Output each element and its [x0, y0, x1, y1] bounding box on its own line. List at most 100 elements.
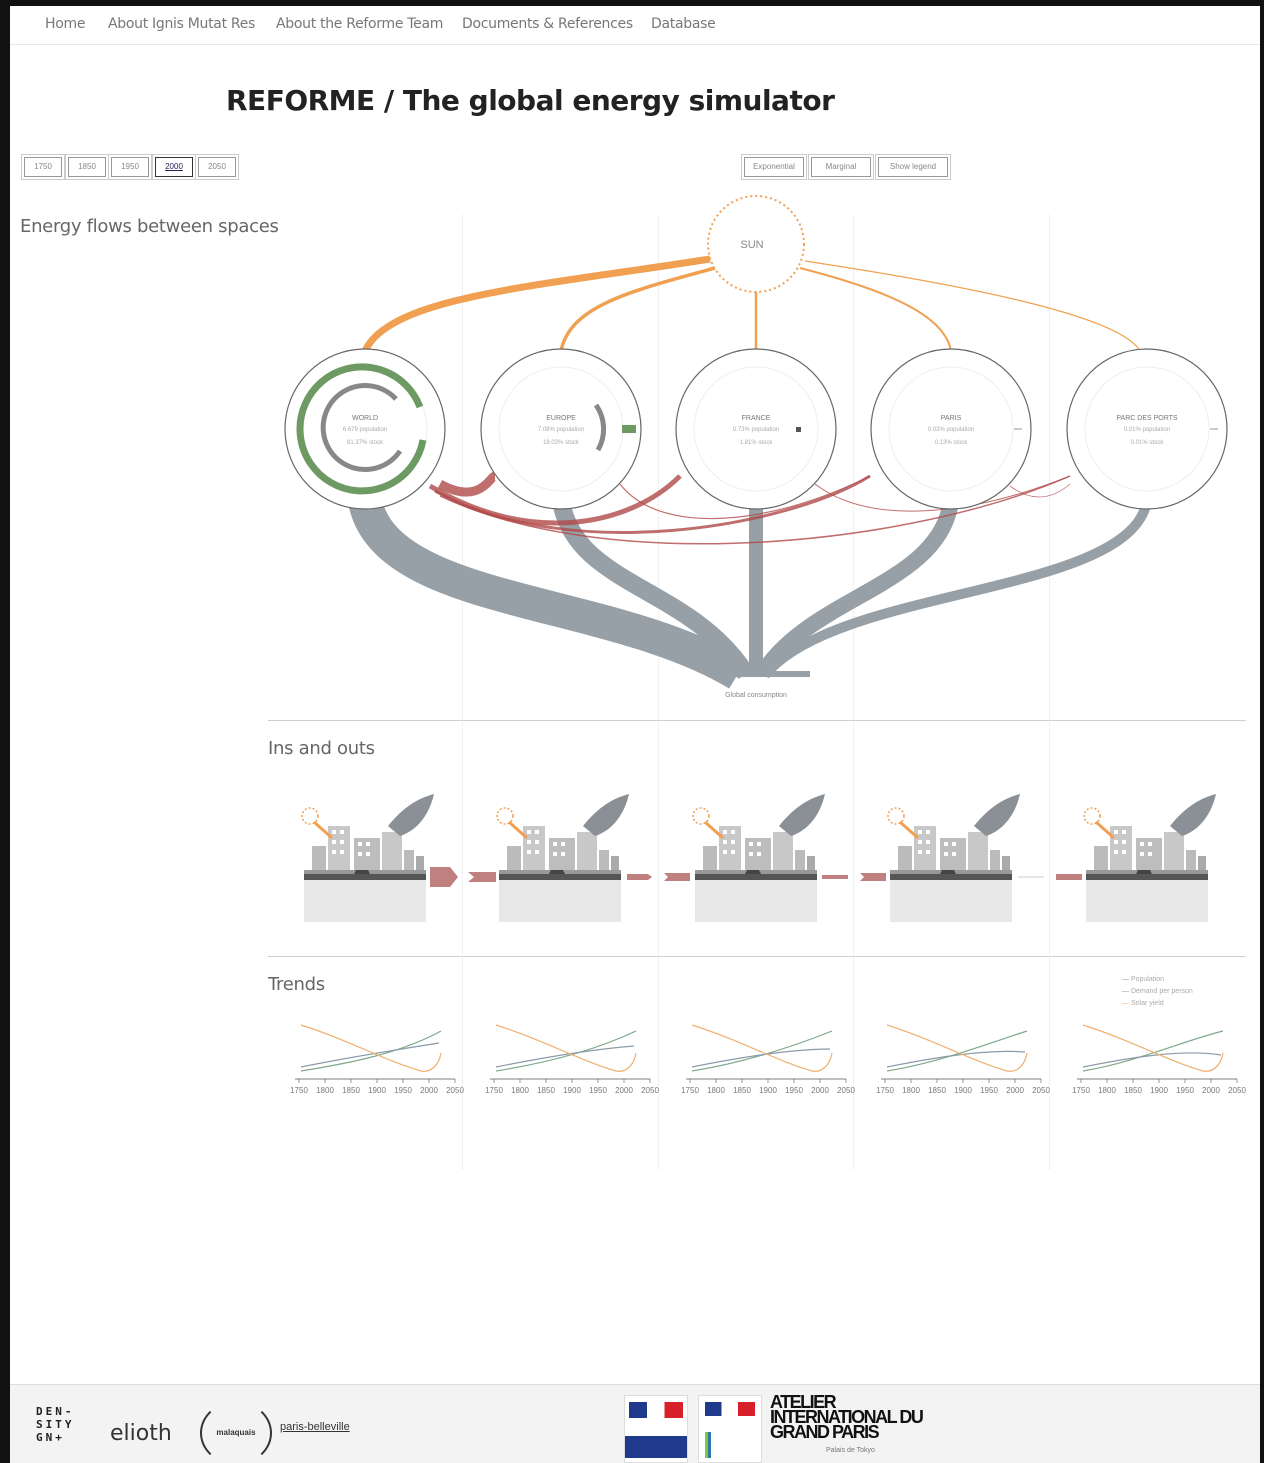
ministry-logo: [624, 1395, 688, 1463]
aigp-logo: ATELIER INTERNATIONAL DU GRAND PARIS: [770, 1392, 924, 1442]
trend-tick-label: 2000: [1202, 1086, 1220, 1095]
trend-tick-label: 1800: [707, 1086, 725, 1095]
sun-flow-world: [361, 255, 711, 353]
trend-tick-label: 2000: [615, 1086, 633, 1095]
inout-parc: [1082, 792, 1218, 924]
space-population: 7.08% population: [538, 427, 584, 433]
space-population: 0.01% population: [1124, 427, 1170, 433]
space-paris[interactable]: PARIS 0.03% population 0.13% stock: [870, 348, 1032, 510]
trend-tick-label: 1800: [511, 1086, 529, 1095]
trend-tick-label: 1750: [485, 1086, 503, 1095]
section-divider: [268, 720, 1246, 721]
trend-tick-label: 1950: [785, 1086, 803, 1095]
trend-tick-label: 1800: [316, 1086, 334, 1095]
trend-tick-label: 2050: [641, 1086, 659, 1095]
import-arrow: [860, 873, 886, 881]
trend-tick-label: 1950: [394, 1086, 412, 1095]
ministry-stripes: [705, 1432, 711, 1458]
section-divider: [268, 956, 1246, 957]
trend-tick-label: 1800: [1098, 1086, 1116, 1095]
space-name: FRANCE: [742, 415, 771, 422]
space-population: 0.73% population: [733, 427, 779, 433]
trend-tick-label: 1900: [759, 1086, 777, 1095]
legend-label: Demand per person: [1130, 988, 1193, 995]
import-arrow: [1056, 874, 1082, 880]
trend-chart: 1750 1800 1850 1900 1950 2000 2050: [681, 1024, 855, 1095]
elioth-logo: elioth: [110, 1421, 172, 1446]
space-parc-des-ports[interactable]: PARC DES PORTS 0.01% population 0.01% st…: [1066, 348, 1228, 510]
space-france[interactable]: FRANCE 0.73% population 1.81% stock: [675, 348, 837, 510]
trend-tick-label: 1950: [589, 1086, 607, 1095]
space-population: 0.03% population: [928, 427, 974, 433]
trend-line: [1082, 1052, 1222, 1068]
trend-chart: 1750 1800 1850 1900 1950 2000 2050: [485, 1024, 659, 1095]
trend-chart: 1750 1800 1850 1900 1950 2000 2050: [1072, 1024, 1246, 1095]
french-flag-icon: [629, 1402, 683, 1418]
inout-world: [300, 792, 436, 924]
population-marker: [622, 425, 636, 433]
space-world[interactable]: WORLD 6 679 population 81.37% stock: [284, 348, 446, 510]
space-europe[interactable]: EUROPE 7.08% population 18.03% stock: [480, 348, 642, 510]
trend-tick-label: 1900: [1150, 1086, 1168, 1095]
trend-tick-label: 2050: [837, 1086, 855, 1095]
trend-line: [300, 1024, 442, 1072]
sun-flow-parc: [804, 260, 1141, 352]
trend-tick-label: 2050: [446, 1086, 464, 1095]
global-consumption-label: Global consumption: [725, 692, 787, 699]
exchange-flow: [437, 471, 497, 497]
trend-tick-label: 1850: [733, 1086, 751, 1095]
space-name: WORLD: [352, 415, 378, 422]
trend-tick-label: 2000: [811, 1086, 829, 1095]
legend-item-population: — Population: [1122, 974, 1193, 986]
inout-paris: [886, 792, 1022, 924]
ministry-logo-2: [698, 1395, 762, 1463]
legend-swatch: —: [1122, 976, 1129, 983]
trend-tick-label: 1850: [928, 1086, 946, 1095]
trend-line: [691, 1030, 833, 1072]
legend-item-demand: — Demand per person: [1122, 986, 1193, 998]
trend-chart: 1750 1800 1850 1900 1950 2000 2050: [290, 1024, 464, 1095]
trend-tick-label: 2000: [1006, 1086, 1024, 1095]
trend-line: [886, 1024, 1028, 1072]
aigp-subtitle: Palais de Tokyo: [826, 1447, 875, 1454]
trends-section-title: Trends: [268, 974, 325, 995]
trends-legend: — Population — Demand per person — Solar…: [1122, 974, 1193, 1010]
trend-tick-label: 1850: [1124, 1086, 1142, 1095]
trend-tick-label: 2050: [1032, 1086, 1050, 1095]
french-flag-icon: [705, 1402, 755, 1416]
ins-outs-section-title: Ins and outs: [268, 738, 375, 759]
trend-chart: 1750 1800 1850 1900 1950 2000 2050: [876, 1024, 1050, 1095]
trend-line: [691, 1024, 833, 1072]
density-logo: DEN-SITY GN+: [36, 1405, 75, 1444]
space-stock: 81.37% stock: [347, 440, 384, 446]
trend-tick-label: 1750: [681, 1086, 699, 1095]
trend-tick-label: 2000: [420, 1086, 438, 1095]
population-marker: [796, 427, 801, 432]
trend-line: [1082, 1024, 1224, 1072]
trend-tick-label: 1750: [290, 1086, 308, 1095]
space-name: PARIS: [941, 415, 962, 422]
trend-tick-label: 1900: [368, 1086, 386, 1095]
sun-label: SUN: [740, 239, 763, 251]
space-stock: 1.81% stock: [740, 440, 774, 446]
legend-item-solar: — Solar yield: [1122, 998, 1193, 1010]
trend-tick-label: 1950: [1176, 1086, 1194, 1095]
trends-charts: 1750 1800 1850 1900 1950 2000 2050 1750 1800 1850…: [290, 1024, 1246, 1095]
trend-tick-label: 1850: [342, 1086, 360, 1095]
space-name: PARC DES PORTS: [1116, 415, 1178, 422]
paris-belleville-logo: paris-belleville: [280, 1421, 350, 1433]
import-arrow: [468, 872, 496, 882]
page-frame: Home About Ignis Mutat Res About the Ref…: [10, 6, 1260, 1463]
trend-tick-label: 1900: [954, 1086, 972, 1095]
consumption-flows: [348, 496, 1152, 689]
trend-tick-label: 1750: [1072, 1086, 1090, 1095]
trend-tick-label: 1750: [876, 1086, 894, 1095]
ministry-banner: [625, 1436, 687, 1458]
legend-swatch: —: [1122, 988, 1129, 995]
trend-tick-label: 1850: [537, 1086, 555, 1095]
trend-line: [1082, 1030, 1224, 1072]
space-name: EUROPE: [546, 415, 576, 422]
consumption-flow-parc: [762, 499, 1152, 678]
space-stock: 18.03% stock: [543, 440, 580, 446]
trend-tick-label: 1950: [980, 1086, 998, 1095]
